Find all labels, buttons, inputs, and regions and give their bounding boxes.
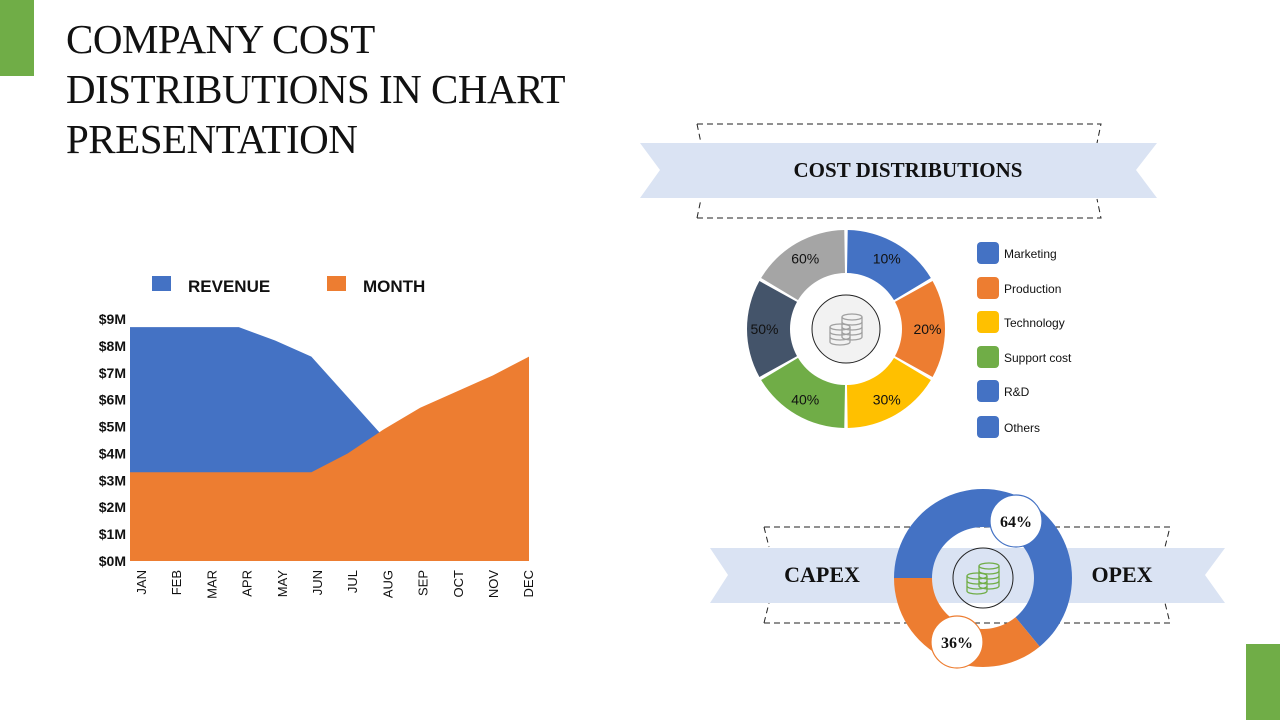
- percent-badge-label: 64%: [1000, 514, 1032, 531]
- percent-badge-label: 36%: [941, 635, 973, 652]
- capex-label: CAPEX: [784, 562, 860, 587]
- capex-opex-panel: CAPEX OPEX 64% 36%: [710, 489, 1225, 669]
- opex-label: OPEX: [1091, 562, 1152, 587]
- capex-opex-donut: 64% 36%: [893, 489, 1072, 669]
